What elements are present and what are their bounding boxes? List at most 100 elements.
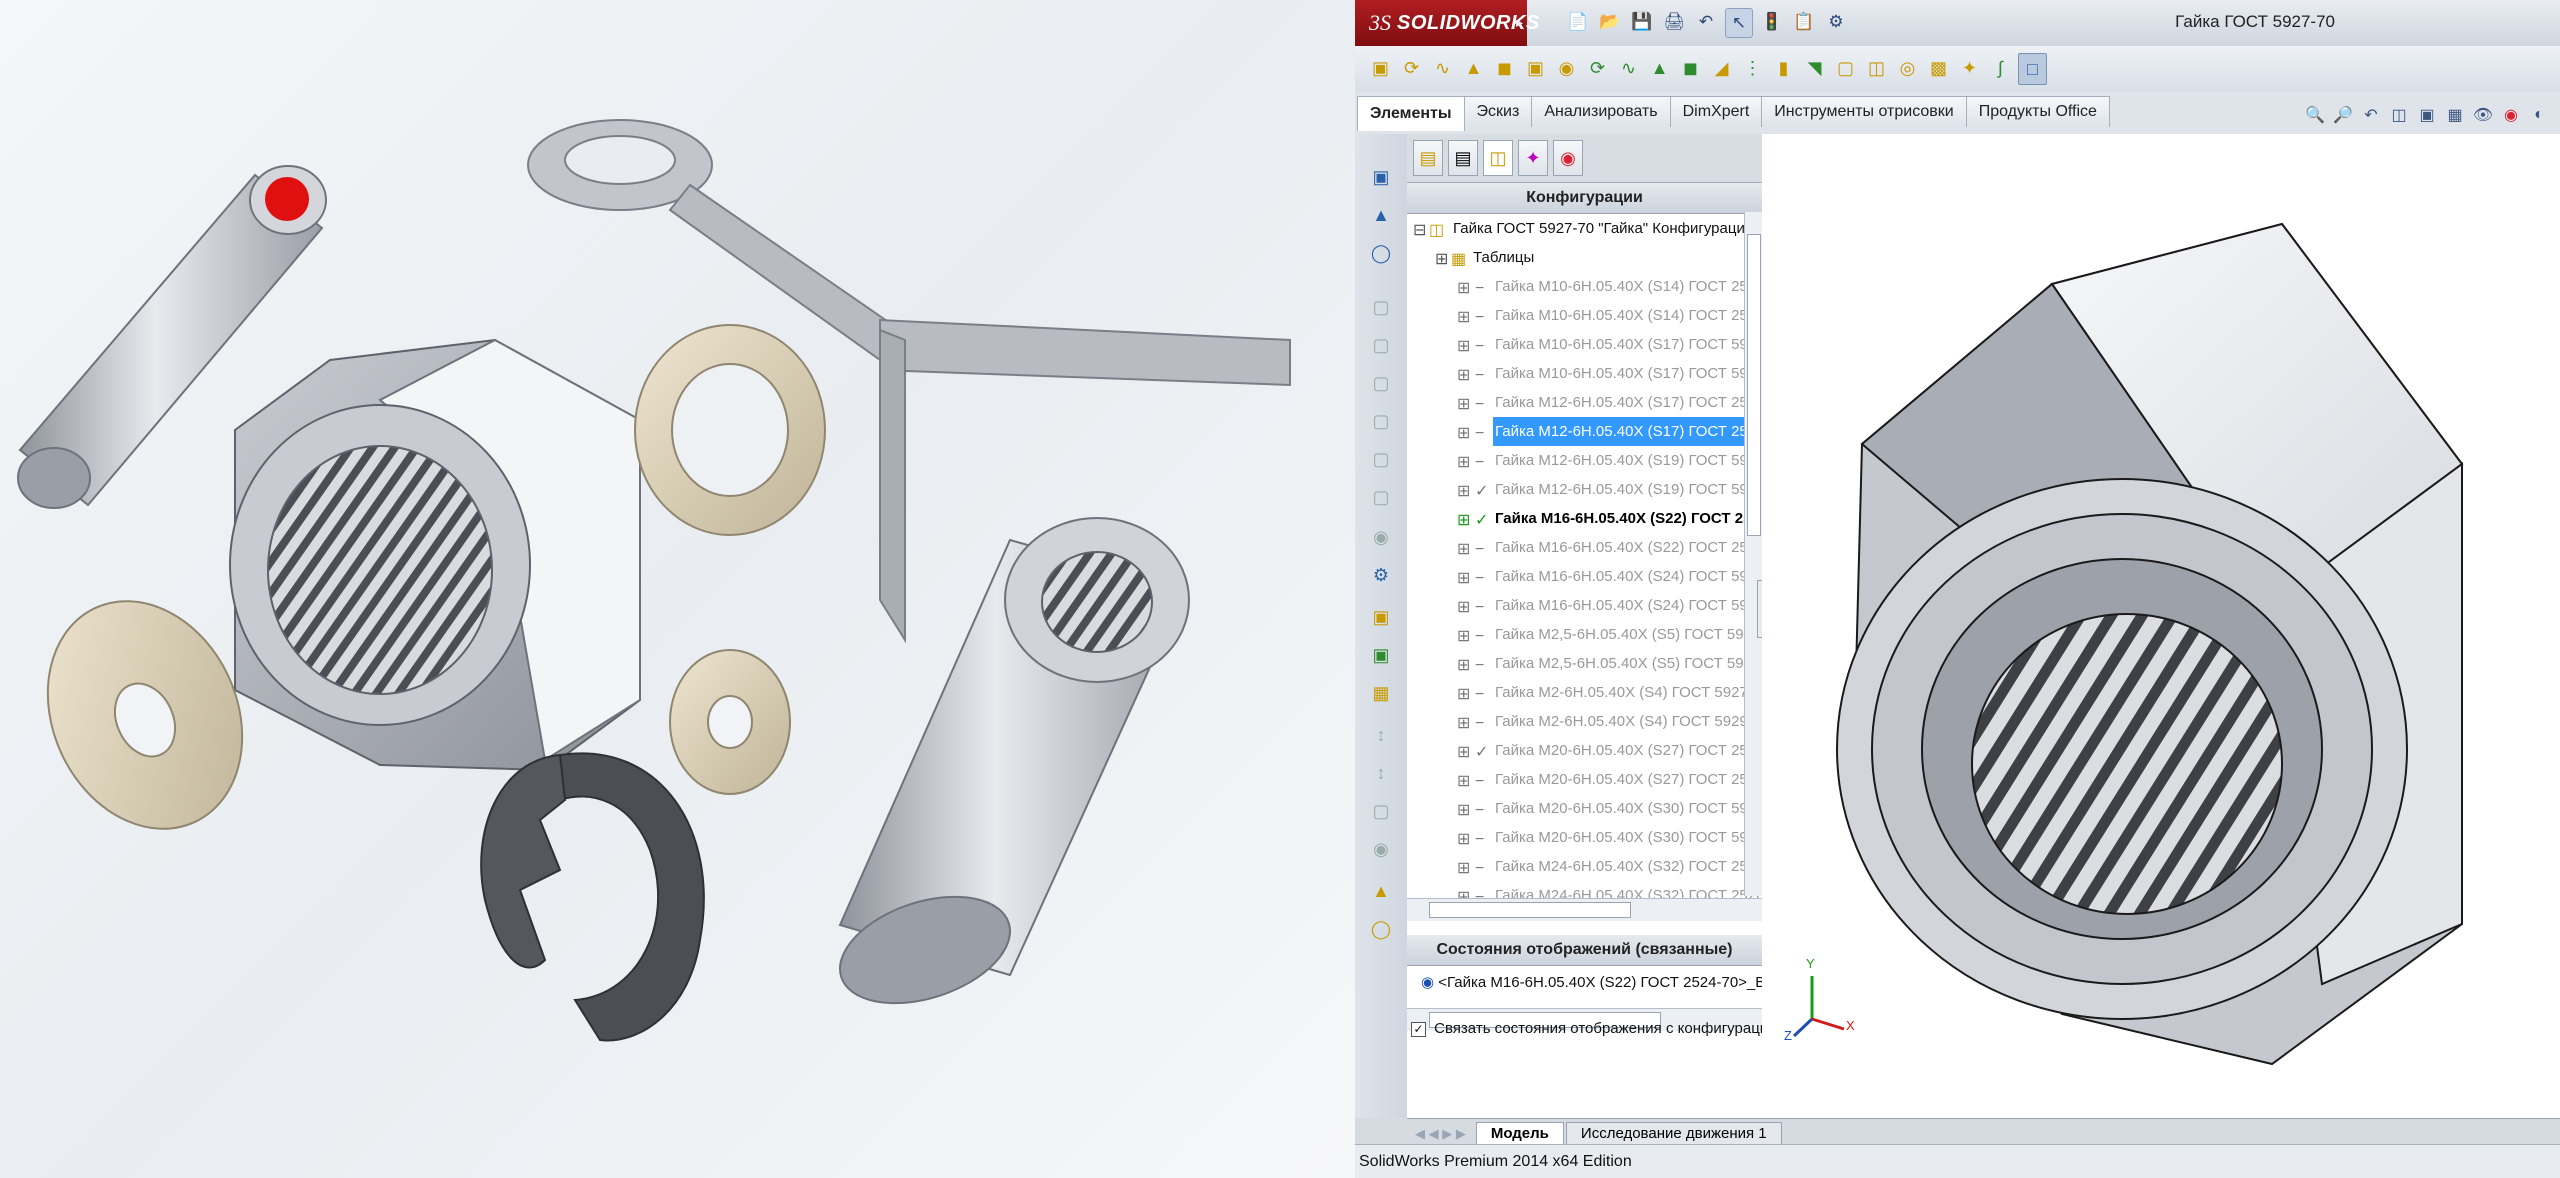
linear-pattern-icon[interactable]: ⋮ — [1739, 53, 1766, 83]
configuration-manager-tab-icon[interactable]: ◫ — [1483, 140, 1513, 176]
zoom-to-fit-icon[interactable]: 🔍 — [2304, 104, 2326, 126]
configuration-item[interactable]: ⊞ − Гайка М10-6Н.05.40Х (S17) ГОСТ 5927-70 — [1407, 330, 1762, 359]
configuration-item[interactable]: ⊞ − Гайка М12-6Н.05.40Х (S17) ГОСТ 2526-70 — [1407, 417, 1762, 446]
previous-view-icon[interactable]: ↶ — [2360, 104, 2382, 126]
hole-wizard-icon[interactable]: ◉ — [1553, 53, 1580, 83]
configuration-item[interactable]: ⊞ − Гайка М16-6Н.05.40Х (S24) ГОСТ 5927-70 — [1407, 562, 1762, 591]
shortcut-icon-3[interactable]: ◯ — [1368, 240, 1394, 266]
display-style-icon[interactable]: ▦ — [2444, 104, 2466, 126]
edit-appearance-icon[interactable]: ◉ — [2500, 104, 2522, 126]
collapse-icon[interactable]: ⊟ — [1413, 216, 1426, 245]
configuration-icon: ⊞ — [1457, 454, 1471, 471]
shortcut-icon-10[interactable]: ◉ — [1368, 524, 1394, 550]
configuration-item[interactable]: ⊞ − Гайка М2,5-6Н.05.40Х (S5) ГОСТ 5929-70 — [1407, 649, 1762, 678]
shortcut-icon-19[interactable]: ▲ — [1368, 878, 1394, 904]
configuration-item[interactable]: ⊞ − Гайка М16-6Н.05.40Х (S24) ГОСТ 5929-70 — [1407, 591, 1762, 620]
tab-model[interactable]: Модель — [1475, 1122, 1564, 1145]
configuration-item[interactable]: ⊞ − Гайка М2-6Н.05.40Х (S4) ГОСТ 5929-70 — [1407, 707, 1762, 736]
tab-render-tools[interactable]: Инструменты отрисовки — [1761, 96, 1967, 127]
instant3d-icon[interactable]: □ — [2018, 53, 2047, 85]
configuration-item[interactable]: ⊞ ✓ Гайка М20-6Н.05.40Х (S27) ГОСТ 2524-70 — [1407, 736, 1762, 765]
tab-evaluate[interactable]: Анализировать — [1531, 96, 1671, 127]
tab-office-products[interactable]: Продукты Office — [1965, 96, 2110, 127]
configuration-item[interactable]: ⊞ − Гайка М10-6Н.05.40Х (S17) ГОСТ 5929-70 — [1407, 359, 1762, 388]
shortcut-icon-9[interactable]: ▢ — [1368, 484, 1394, 510]
scroll-thumb[interactable] — [1747, 234, 1761, 536]
expand-icon[interactable]: ⊞ — [1435, 245, 1448, 274]
property-manager-tab-icon[interactable]: ▤ — [1448, 140, 1478, 176]
shortcut-icon-4[interactable]: ▢ — [1368, 294, 1394, 320]
configuration-item[interactable]: ⊞ − Гайка М20-6Н.05.40Х (S27) ГОСТ 2526-70 — [1407, 765, 1762, 794]
shortcut-icon-18[interactable]: ◉ — [1368, 836, 1394, 862]
curves-icon[interactable]: ∫ — [1987, 53, 2014, 83]
extruded-boss-icon[interactable]: ▣ — [1367, 53, 1394, 83]
lofted-cut-icon[interactable]: ▲ — [1646, 53, 1673, 83]
tab-sketch[interactable]: Эскиз — [1463, 96, 1533, 127]
configuration-item[interactable]: ⊞ − Гайка М24-6Н.05.40Х (S32) ГОСТ 2524-70 — [1407, 852, 1762, 881]
shell-icon[interactable]: ▢ — [1832, 53, 1859, 83]
configuration-item[interactable]: ⊞ ✓ Гайка М12-6Н.05.40Х (S19) ГОСТ 5929-70 — [1407, 475, 1762, 504]
configuration-item[interactable]: ⊞ − Гайка М10-6Н.05.40Х (S14) ГОСТ 2524-70 — [1407, 272, 1762, 301]
dimxpert-manager-tab-icon[interactable]: ✦ — [1518, 140, 1548, 176]
root-part-node[interactable]: ⊟ ◫ Гайка ГОСТ 5927-70 "Гайка" Конфигура… — [1407, 214, 1762, 243]
mirror-icon[interactable]: ▩ — [1925, 53, 1952, 83]
configuration-item[interactable]: ⊞ − Гайка М16-6Н.05.40Х (S22) ГОСТ 2526-70 — [1407, 533, 1762, 562]
shortcut-icon-6[interactable]: ▢ — [1368, 370, 1394, 396]
shortcut-icon-2[interactable]: ▲ — [1368, 202, 1394, 228]
shortcut-icon-8[interactable]: ▢ — [1368, 446, 1394, 472]
fillet-icon[interactable]: ◢ — [1708, 53, 1735, 83]
shortcut-icon-13[interactable]: ▣ — [1368, 642, 1394, 668]
tab-motion-study-1[interactable]: Исследование движения 1 — [1565, 1122, 1782, 1145]
configuration-item[interactable]: ⊞ − Гайка М10-6Н.05.40Х (S14) ГОСТ 2526-70 — [1407, 301, 1762, 330]
tree-horizontal-scrollbar[interactable] — [1407, 898, 1762, 921]
revolved-cut-icon[interactable]: ⟳ — [1584, 53, 1611, 83]
configuration-item[interactable]: ⊞ − Гайка М2,5-6Н.05.40Х (S5) ГОСТ 5927-70 — [1407, 620, 1762, 649]
swept-cut-icon[interactable]: ∿ — [1615, 53, 1642, 83]
revolved-boss-icon[interactable]: ⟳ — [1398, 53, 1425, 83]
boundary-cut-icon[interactable]: ◼ — [1677, 53, 1704, 83]
configuration-item[interactable]: ⊞ − Гайка М20-6Н.05.40Х (S30) ГОСТ 5929-70 — [1407, 823, 1762, 852]
tab-features[interactable]: Элементы — [1357, 96, 1465, 131]
tab-dimxpert[interactable]: DimXpert — [1669, 96, 1763, 127]
configuration-item[interactable]: ⊞ − Гайка М12-6Н.05.40Х (S19) ГОСТ 5927-70 — [1407, 446, 1762, 475]
shortcut-icon-5[interactable]: ▢ — [1368, 332, 1394, 358]
shortcut-icon-20[interactable]: ◯ — [1368, 916, 1394, 942]
feature-manager-tab-icon[interactable]: ▤ — [1413, 140, 1443, 176]
configuration-item[interactable]: ⊞ − Гайка М24-6Н.05.40Х (S32) ГОСТ 2526-70 — [1407, 881, 1762, 898]
shortcut-icon-17[interactable]: ▢ — [1368, 798, 1394, 824]
shortcut-icon-12[interactable]: ▣ — [1368, 604, 1394, 630]
shortcut-icon-7[interactable]: ▢ — [1368, 408, 1394, 434]
rib-icon[interactable]: ▮ — [1770, 53, 1797, 83]
configuration-item[interactable]: ⊞ − Гайка М12-6Н.05.40Х (S17) ГОСТ 2524-70 — [1407, 388, 1762, 417]
view-orientation-icon[interactable]: ▣ — [2416, 104, 2438, 126]
hide-show-items-icon[interactable]: 👁 — [2472, 104, 2494, 126]
shortcut-icon-14[interactable]: ▦ — [1368, 680, 1394, 706]
display-state-item[interactable]: ◉ <Гайка М16-6Н.05.40Х (S22) ГОСТ 2524-7… — [1407, 966, 1802, 1000]
configuration-item[interactable]: ⊞ ✓ Гайка М16-6Н.05.40Х (S22) ГОСТ 2524-70 — [1407, 504, 1762, 533]
shortcut-icon-1[interactable]: ▣ — [1368, 164, 1394, 190]
display-manager-tab-icon[interactable]: ◉ — [1553, 140, 1583, 176]
lofted-boss-icon[interactable]: ▲ — [1460, 53, 1487, 83]
draft-icon[interactable]: ◥ — [1801, 53, 1828, 83]
tree-vertical-scrollbar[interactable] — [1744, 212, 1762, 896]
configuration-item[interactable]: ⊞ − Гайка М20-6Н.05.40Х (S30) ГОСТ 5927-70 — [1407, 794, 1762, 823]
wrap-icon[interactable]: ◫ — [1863, 53, 1890, 83]
shortcut-icon-11[interactable]: ⚙ — [1368, 562, 1394, 588]
tab-nav-arrows-icon[interactable]: ◀ ◀ ▶ ▶ — [1407, 1123, 1474, 1145]
intersect-icon[interactable]: ◎ — [1894, 53, 1921, 83]
extruded-cut-icon[interactable]: ▣ — [1522, 53, 1549, 83]
boundary-boss-icon[interactable]: ◼ — [1491, 53, 1518, 83]
scroll-thumb[interactable] — [1429, 902, 1631, 918]
link-display-states-checkbox-row[interactable]: ✓ Связать состояния отображения с конфиг… — [1407, 1014, 1795, 1044]
configuration-item[interactable]: ⊞ − Гайка М2-6Н.05.40Х (S4) ГОСТ 5927-70 — [1407, 678, 1762, 707]
shortcut-icon-15[interactable]: ↕ — [1368, 722, 1394, 748]
zoom-to-area-icon[interactable]: 🔎 — [2332, 104, 2354, 126]
graphics-area[interactable]: Y X Z — [1762, 134, 2560, 1118]
reference-geometry-icon[interactable]: ✦ — [1956, 53, 1983, 83]
link-display-states-checkbox[interactable]: ✓ — [1411, 1021, 1426, 1037]
section-view-icon[interactable]: ◫ — [2388, 104, 2410, 126]
tables-node[interactable]: ⊞ ▦ Таблицы — [1407, 243, 1762, 272]
shortcut-icon-16[interactable]: ↕ — [1368, 760, 1394, 786]
apply-scene-icon[interactable]: ◐ — [2528, 104, 2550, 126]
swept-boss-icon[interactable]: ∿ — [1429, 53, 1456, 83]
